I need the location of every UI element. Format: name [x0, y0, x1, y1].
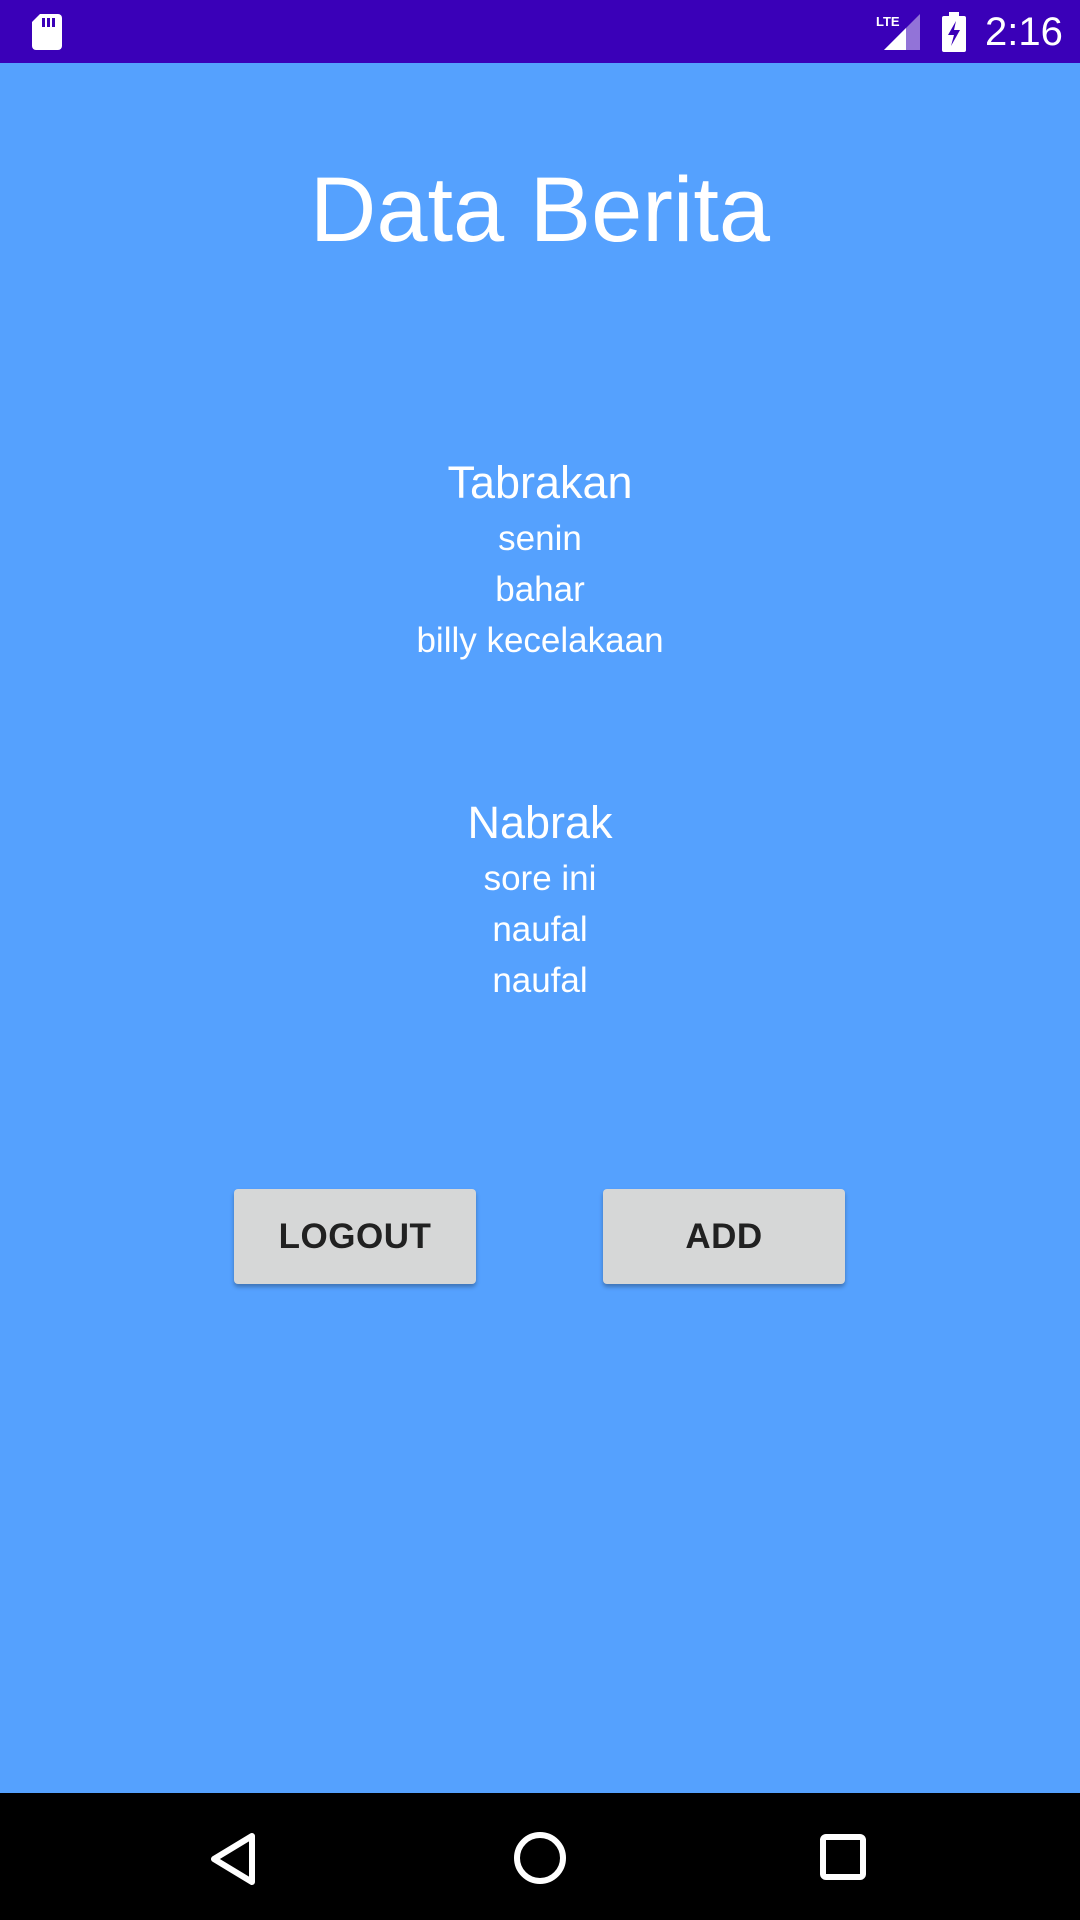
sd-card-icon [32, 14, 62, 55]
navigation-bar [0, 1793, 1080, 1920]
back-icon[interactable] [210, 1833, 256, 1890]
lte-label: LTE [876, 14, 900, 29]
news-author: bahar [495, 570, 585, 609]
recents-icon[interactable] [820, 1834, 866, 1885]
status-bar: LTE 2:16 [0, 0, 1080, 63]
home-icon[interactable] [513, 1831, 567, 1890]
lte-signal-icon: LTE [874, 12, 922, 57]
news-title: Nabrak [467, 797, 613, 848]
news-content: naufal [492, 961, 588, 1000]
news-item: Tabrakan senin bahar billy kecelakaan [0, 453, 1080, 793]
add-button[interactable]: ADD [603, 1189, 845, 1284]
status-time: 2:16 [985, 10, 1063, 54]
news-list: Tabrakan senin bahar billy kecelakaan Na… [0, 453, 1080, 1133]
page-title: Data Berita [309, 159, 771, 261]
news-date: senin [498, 519, 582, 558]
news-item: Nabrak sore ini naufal naufal [0, 793, 1080, 1133]
main-content: Data Berita Tabrakan senin bahar billy k… [0, 63, 1080, 1793]
news-title: Tabrakan [447, 457, 633, 508]
logout-button[interactable]: LOGOUT [234, 1189, 476, 1284]
news-date: sore ini [483, 859, 597, 898]
news-author: naufal [492, 910, 588, 949]
news-content: billy kecelakaan [416, 621, 664, 660]
battery-charging-icon [940, 12, 968, 57]
